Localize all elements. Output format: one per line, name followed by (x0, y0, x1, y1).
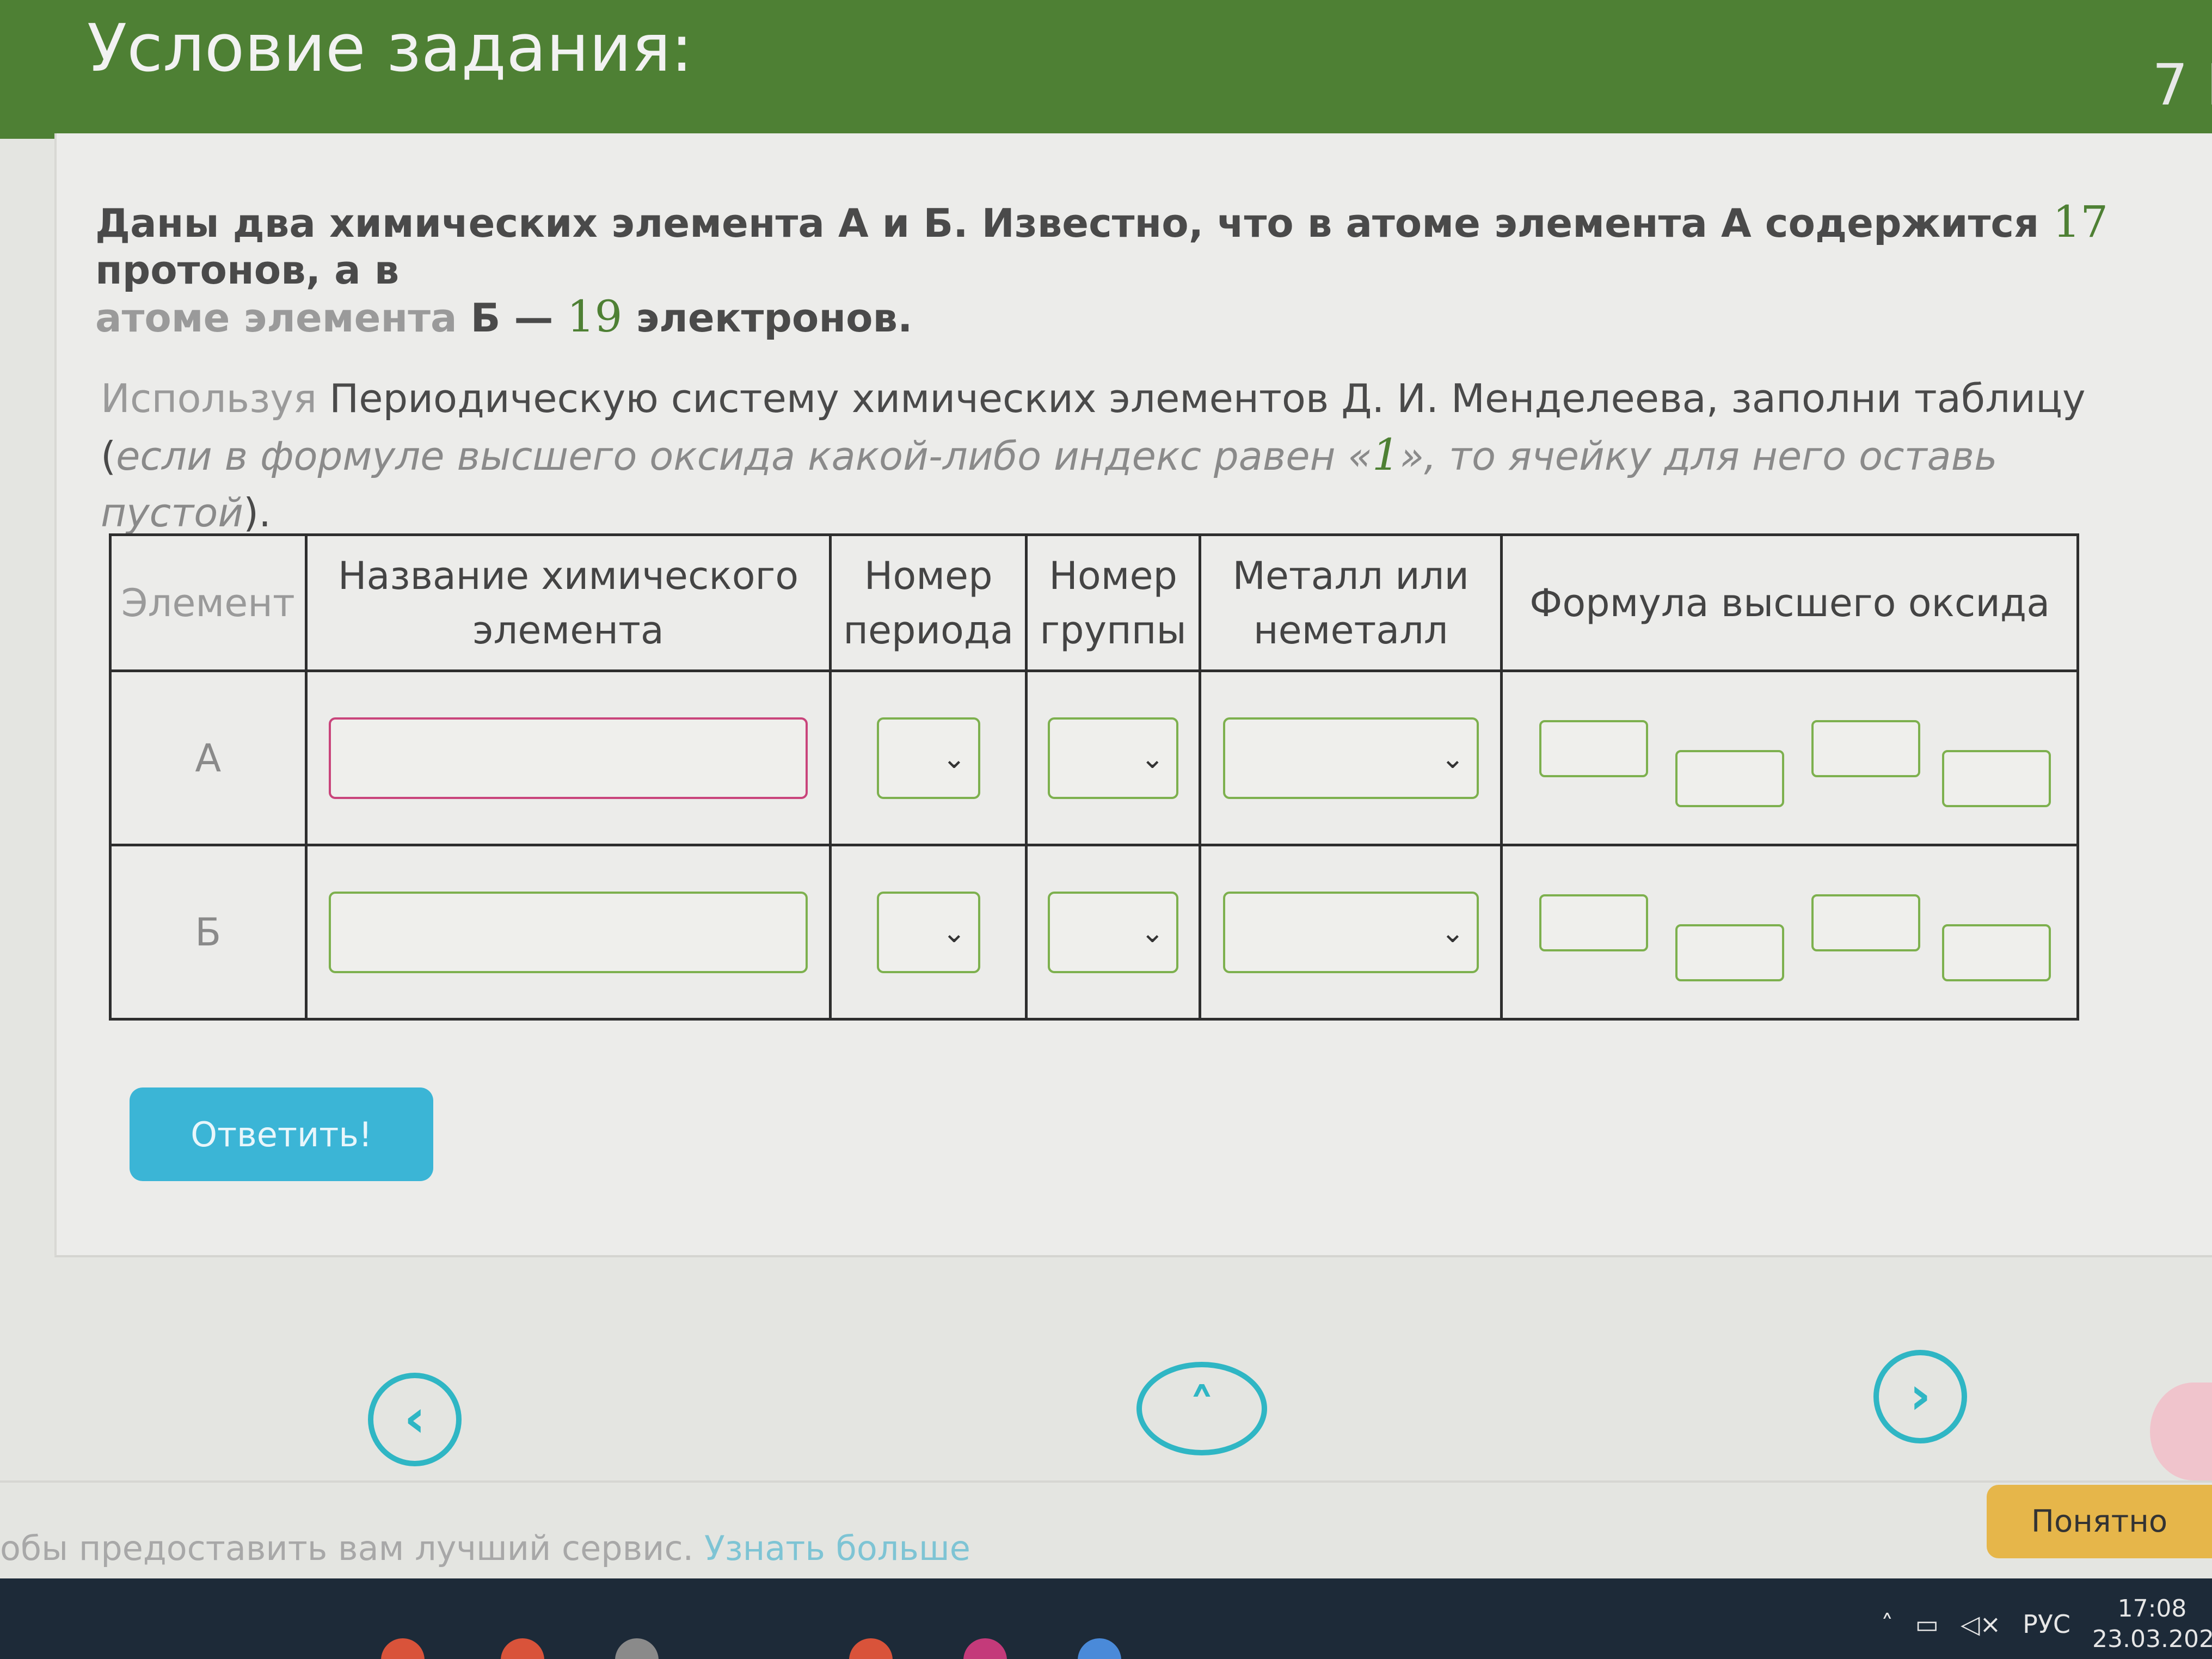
table-header-row: Элемент Название химического элемента Но… (109, 533, 2079, 672)
oxide-cell (1500, 669, 2079, 846)
metal-cell: ⌄ (1199, 844, 1503, 1021)
formula-index-input[interactable] (1942, 749, 2051, 807)
chevron-down-icon: ⌄ (1441, 742, 1465, 775)
chevron-down-icon: ⌄ (942, 742, 966, 775)
group-select[interactable]: ⌄ (1048, 717, 1179, 799)
chevron-down-icon: ⌄ (1140, 742, 1165, 775)
metal-cell: ⌄ (1199, 669, 1503, 846)
row-label: Б (109, 844, 308, 1021)
group-cell: ⌄ (1024, 669, 1202, 846)
task-instruction: Используя Периодическую систему химическ… (101, 370, 2169, 541)
row-label: А (109, 669, 308, 846)
chevron-down-icon: ⌄ (942, 916, 966, 949)
formula-element-input[interactable] (1811, 720, 1921, 777)
formula-index-input[interactable] (1942, 924, 2051, 981)
scroll-up-button[interactable]: ˄ (1136, 1362, 1267, 1455)
period-select[interactable]: ⌄ (876, 891, 980, 973)
chevron-down-icon: ⌄ (1140, 916, 1165, 949)
formula-element-input[interactable] (1811, 894, 1921, 951)
understand-button[interactable]: Понятно (1987, 1485, 2212, 1558)
name-cell (304, 844, 832, 1021)
language-indicator[interactable]: РУС (2023, 1609, 2070, 1639)
clock[interactable]: 17:08 23.03.2024 (2092, 1594, 2212, 1655)
oxide-cell (1500, 844, 2079, 1021)
task-condition: Даны два химических элемента А и Б. Изве… (95, 199, 2164, 341)
period-select[interactable]: ⌄ (876, 717, 980, 799)
header-metal: Металл или неметалл (1199, 533, 1503, 672)
metal-select[interactable]: ⌄ (1222, 717, 1479, 799)
oxide-formula (1528, 698, 2051, 818)
chevron-down-icon: ⌄ (1441, 916, 1465, 949)
volume-icon[interactable]: ◁× (1961, 1609, 2001, 1639)
period-cell: ⌄ (829, 844, 1028, 1021)
element-name-input[interactable] (328, 891, 808, 973)
instruction-part: ). (243, 490, 272, 536)
chevron-up-icon[interactable]: ˄ (1881, 1609, 1894, 1639)
task-text-part: электронов. (622, 295, 913, 341)
chevron-up-icon: ˄ (1189, 1378, 1215, 1439)
metal-select[interactable]: ⌄ (1222, 891, 1479, 973)
task-number-electrons: 19 (567, 291, 623, 342)
header-bar: Условие задания: 7 Б (0, 0, 2212, 139)
answer-table: Элемент Название химического элемента Но… (109, 533, 2079, 1021)
answer-button[interactable]: Ответить! (130, 1087, 433, 1181)
header-oxide: Формула высшего оксида (1500, 533, 2079, 672)
task-text-part: Даны два химических элемента А и Б. Изве… (95, 200, 2053, 246)
network-icon[interactable]: ▭ (1915, 1609, 1939, 1639)
formula-index-input[interactable] (1675, 924, 1785, 981)
learn-more-link[interactable]: Узнать больше (704, 1528, 970, 1568)
footer-divider (0, 1480, 2212, 1483)
formula-element-input[interactable] (1539, 894, 1649, 951)
instruction-part: Используя (101, 376, 317, 421)
chevron-left-icon: ‹ (404, 1388, 426, 1449)
task-counter: 7 Б (2152, 52, 2212, 118)
task-text-part: протонов, а в (95, 247, 400, 293)
name-cell (304, 669, 832, 846)
header-element: Элемент (109, 533, 308, 672)
cookie-text: обы предоставить вам лучший сервис. (0, 1528, 704, 1568)
instruction-italic: если в формуле высшего оксида какой-либо… (116, 433, 1372, 479)
formula-index-input[interactable] (1675, 749, 1785, 807)
period-cell: ⌄ (829, 669, 1028, 846)
formula-element-input[interactable] (1539, 720, 1649, 777)
task-text-part: Б — (457, 295, 567, 341)
cookie-notice: обы предоставить вам лучший сервис. Узна… (0, 1528, 970, 1568)
task-number-protons: 17 (2053, 196, 2109, 247)
system-tray: ˄ ▭ ◁× РУС 17:08 23.03.2024 (1881, 1589, 2212, 1659)
header-group: Номер группы (1024, 533, 1202, 672)
group-select[interactable]: ⌄ (1048, 891, 1179, 973)
clock-time: 17:08 (2117, 1595, 2187, 1623)
instruction-number: 1 (1372, 429, 1400, 480)
prev-button[interactable]: ‹ (368, 1373, 462, 1466)
task-text-part: атоме элемента (95, 295, 457, 341)
oxide-formula (1528, 872, 2051, 992)
next-button[interactable]: › (1873, 1350, 1967, 1443)
table-row: А ⌄ ⌄ ⌄ (109, 669, 2079, 846)
header-period: Номер периода (829, 533, 1028, 672)
element-name-input[interactable] (328, 717, 808, 799)
page-title: Условие задания: (87, 11, 693, 87)
clock-date: 23.03.2024 (2092, 1625, 2212, 1653)
group-cell: ⌄ (1024, 844, 1202, 1021)
chevron-right-icon: › (1909, 1365, 1931, 1426)
decorative-blob (2150, 1382, 2212, 1480)
table-row: Б ⌄ ⌄ ⌄ (109, 844, 2079, 1021)
header-name: Название химического элемента (304, 533, 832, 672)
